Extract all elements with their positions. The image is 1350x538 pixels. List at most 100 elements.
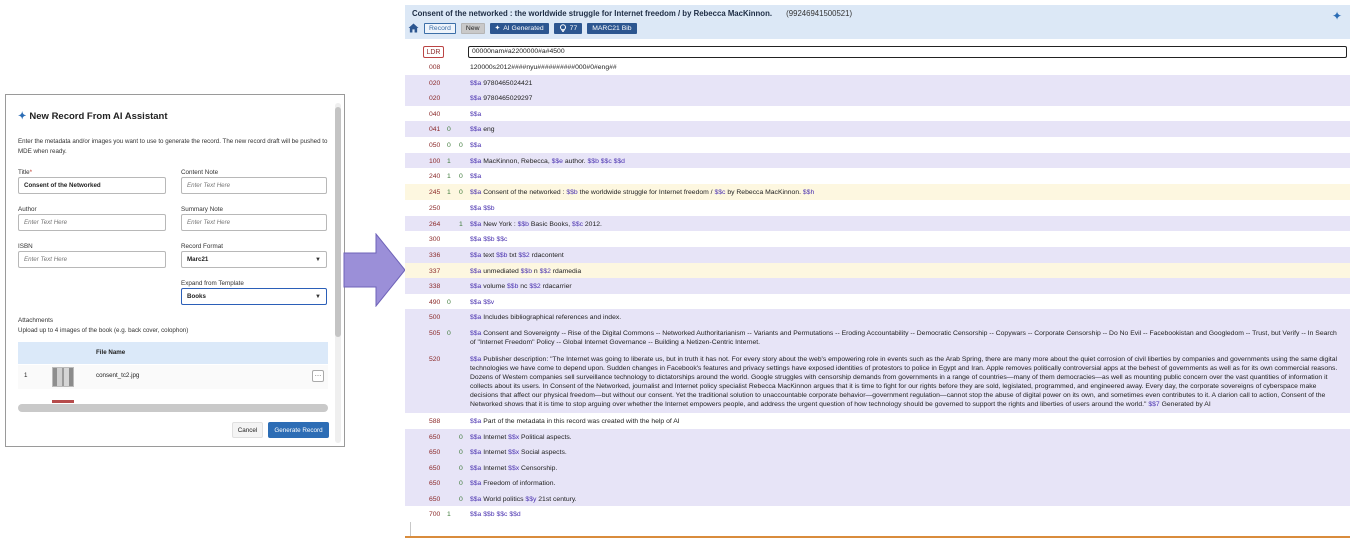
field-tag: 650: [429, 480, 441, 488]
content-note-field[interactable]: Enter Text Here: [181, 177, 327, 194]
author-field[interactable]: Enter Text Here: [18, 214, 166, 231]
indicator-2[interactable]: 0: [459, 464, 463, 473]
marc-field-row[interactable]: 505 0 $$a Consent and Sovereignty -- Rise …: [405, 324, 1350, 351]
field-content[interactable]: $$a Consent of the networked : $$b the w…: [470, 188, 1340, 197]
tab-new[interactable]: New: [460, 22, 485, 34]
field-content[interactable]: $$a $$v: [470, 298, 1340, 307]
field-content[interactable]: $$a $$b $$c $$d: [470, 510, 1340, 519]
field-content[interactable]: $$a $$b $$c: [470, 235, 1340, 244]
marc-field-row[interactable]: 245 1 0 $$a Consent of the networked : $$b …: [405, 183, 1350, 200]
field-content[interactable]: $$a Consent and Sovereignty -- Rise of t…: [470, 325, 1340, 351]
marc-field-row[interactable]: 040 $$a: [405, 105, 1350, 122]
more-options-button[interactable]: …: [312, 370, 324, 382]
record-title-text: Consent of the networked : the worldwide…: [412, 9, 772, 18]
marc-field-row[interactable]: 588 $$a Part of the metadata in this reco…: [405, 412, 1350, 429]
marc-field-row[interactable]: 250 $$a $$b: [405, 199, 1350, 216]
marc-fields: LDR 00000nam#a2200000#a#4500 008 120000s2…: [405, 45, 1350, 523]
marc-field-row[interactable]: 650 0 $$a Internet $$x Censorship.: [405, 459, 1350, 476]
summary-note-field[interactable]: Enter Text Here: [181, 214, 327, 231]
field-content[interactable]: $$a volume $$b nc $$2 rdacarrier: [470, 282, 1340, 291]
marc-field-row[interactable]: 650 0 $$a Internet $$x Social aspects.: [405, 444, 1350, 460]
field-content[interactable]: $$a $$b: [470, 204, 1340, 213]
indicator-1[interactable]: 0: [447, 329, 451, 338]
ldr-tag[interactable]: LDR: [423, 46, 444, 58]
indicator-1[interactable]: 0: [447, 298, 451, 307]
marc-field-row[interactable]: 338 $$a volume $$b nc $$2 rdacarrier: [405, 278, 1350, 294]
field-content[interactable]: $$a Publisher description: "The Internet…: [470, 351, 1340, 413]
indicator-2[interactable]: 0: [459, 448, 463, 457]
table-row[interactable]: 1 consent_tc2.jpg …: [18, 365, 328, 389]
marc-field-row[interactable]: 337 $$a unmediated $$b n $$2 rdamedia: [405, 262, 1350, 279]
field-tag: 100: [429, 157, 441, 165]
field-content[interactable]: $$a eng: [470, 125, 1340, 134]
record-format-select[interactable]: Marc21 ▼: [181, 251, 327, 268]
indicator-1[interactable]: 1: [447, 172, 451, 181]
tab-marc21-bib[interactable]: MARC21 Bib: [587, 22, 637, 34]
marc-field-row[interactable]: 336 $$a text $$b txt $$2 rdacontent: [405, 246, 1350, 263]
field-content[interactable]: $$a: [470, 110, 1340, 119]
indicator-2[interactable]: 0: [459, 495, 463, 504]
indicator-2[interactable]: 0: [459, 172, 463, 181]
marc-field-row[interactable]: 490 0 $$a $$v: [405, 293, 1350, 310]
ldr-input[interactable]: 00000nam#a2200000#a#4500: [468, 46, 1347, 58]
indicator-2[interactable]: 0: [459, 141, 463, 150]
marc-field-row[interactable]: 700 1 $$a $$b $$c $$d: [405, 506, 1350, 523]
marc-field-row[interactable]: 520 $$a Publisher description: "The Inter…: [405, 350, 1350, 413]
field-content[interactable]: $$a World politics $$y 21st century.: [470, 495, 1340, 504]
field-content[interactable]: $$a MacKinnon, Rebecca, $$e author. $$b …: [470, 157, 1340, 166]
tab-record[interactable]: Record: [424, 22, 456, 34]
field-content[interactable]: 120000s2012####nyu##########000#0#eng##: [470, 63, 1340, 72]
cancel-button[interactable]: Cancel: [232, 422, 263, 438]
indicator-2[interactable]: 0: [459, 188, 463, 197]
field-content[interactable]: $$a Internet $$x Social aspects.: [470, 448, 1340, 457]
field-content[interactable]: $$a Part of the metadata in this record …: [470, 417, 1340, 426]
marc-field-row[interactable]: 100 1 $$a MacKinnon, Rebecca, $$e author. …: [405, 152, 1350, 169]
home-icon[interactable]: [408, 23, 419, 33]
marc-field-row[interactable]: 500 $$a Includes bibliographical referenc…: [405, 309, 1350, 325]
indicator-2[interactable]: 0: [459, 479, 463, 488]
field-content[interactable]: $$a: [470, 172, 1340, 181]
indicator-2[interactable]: 0: [459, 433, 463, 442]
tab-ai-generated[interactable]: ✦ AI Generated: [489, 22, 549, 34]
subfield-code: $$b: [517, 220, 529, 228]
field-content[interactable]: $$a Internet $$x Censorship.: [470, 464, 1340, 473]
isbn-field[interactable]: Enter Text Here: [18, 251, 166, 268]
marc-field-row[interactable]: 020 $$a 9780465024421: [405, 74, 1350, 91]
field-content[interactable]: $$a 9780465024421: [470, 79, 1340, 88]
indicator-2[interactable]: 1: [459, 220, 463, 229]
marc-field-row[interactable]: 041 0 $$a eng: [405, 121, 1350, 137]
indicator-1[interactable]: 1: [447, 510, 451, 519]
field-content[interactable]: $$a text $$b txt $$2 rdacontent: [470, 251, 1340, 260]
marc-field-row[interactable]: 650 0 $$a World politics $$y 21st century.: [405, 490, 1350, 507]
marc-field-row[interactable]: 650 0 $$a Freedom of information.: [405, 475, 1350, 491]
file-name-header: File Name: [96, 349, 126, 356]
indicator-1[interactable]: 0: [447, 125, 451, 134]
marc-field-row[interactable]: 650 0 $$a Internet $$x Political aspects.: [405, 428, 1350, 445]
generate-record-button[interactable]: Generate Record: [268, 422, 329, 438]
marc-field-row[interactable]: 050 0 0 $$a: [405, 136, 1350, 153]
field-tag: 020: [429, 79, 441, 87]
field-content[interactable]: $$a Freedom of information.: [470, 479, 1340, 488]
field-content[interactable]: $$a: [470, 141, 1340, 150]
field-content[interactable]: $$a New York : $$b Basic Books, $$c 2012…: [470, 220, 1340, 229]
sparkle-icon[interactable]: ✦: [1332, 9, 1342, 23]
subfield-code: $$a: [470, 355, 482, 363]
indicator-1[interactable]: 0: [447, 141, 451, 150]
marc-field-row[interactable]: 008 120000s2012####nyu##########000#0#eng…: [405, 59, 1350, 75]
dialog-description: Enter the metadata and/or images you wan…: [18, 138, 328, 155]
marc-field-row[interactable]: 300 $$a $$b $$c: [405, 231, 1350, 247]
template-select[interactable]: Books ▼: [181, 288, 327, 305]
marc-field-row[interactable]: 020 $$a 9780465029297: [405, 90, 1350, 106]
field-content[interactable]: $$a 9780465029297: [470, 94, 1340, 103]
vertical-scrollbar-thumb[interactable]: [335, 107, 341, 337]
indicator-1[interactable]: 1: [447, 188, 451, 197]
field-content[interactable]: $$a unmediated $$b n $$2 rdamedia: [470, 267, 1340, 276]
field-content[interactable]: $$a Includes bibliographical references …: [470, 313, 1340, 322]
indicator-1[interactable]: 1: [447, 157, 451, 166]
marc-field-row[interactable]: 264 1 $$a New York : $$b Basic Books, $$c …: [405, 215, 1350, 232]
field-content[interactable]: $$a Internet $$x Political aspects.: [470, 433, 1340, 442]
tab-holdings-count[interactable]: 77: [553, 22, 583, 34]
horizontal-scrollbar[interactable]: [18, 404, 328, 412]
marc-field-row[interactable]: 240 1 0 $$a: [405, 168, 1350, 184]
title-field[interactable]: Consent of the Networked: [18, 177, 166, 194]
